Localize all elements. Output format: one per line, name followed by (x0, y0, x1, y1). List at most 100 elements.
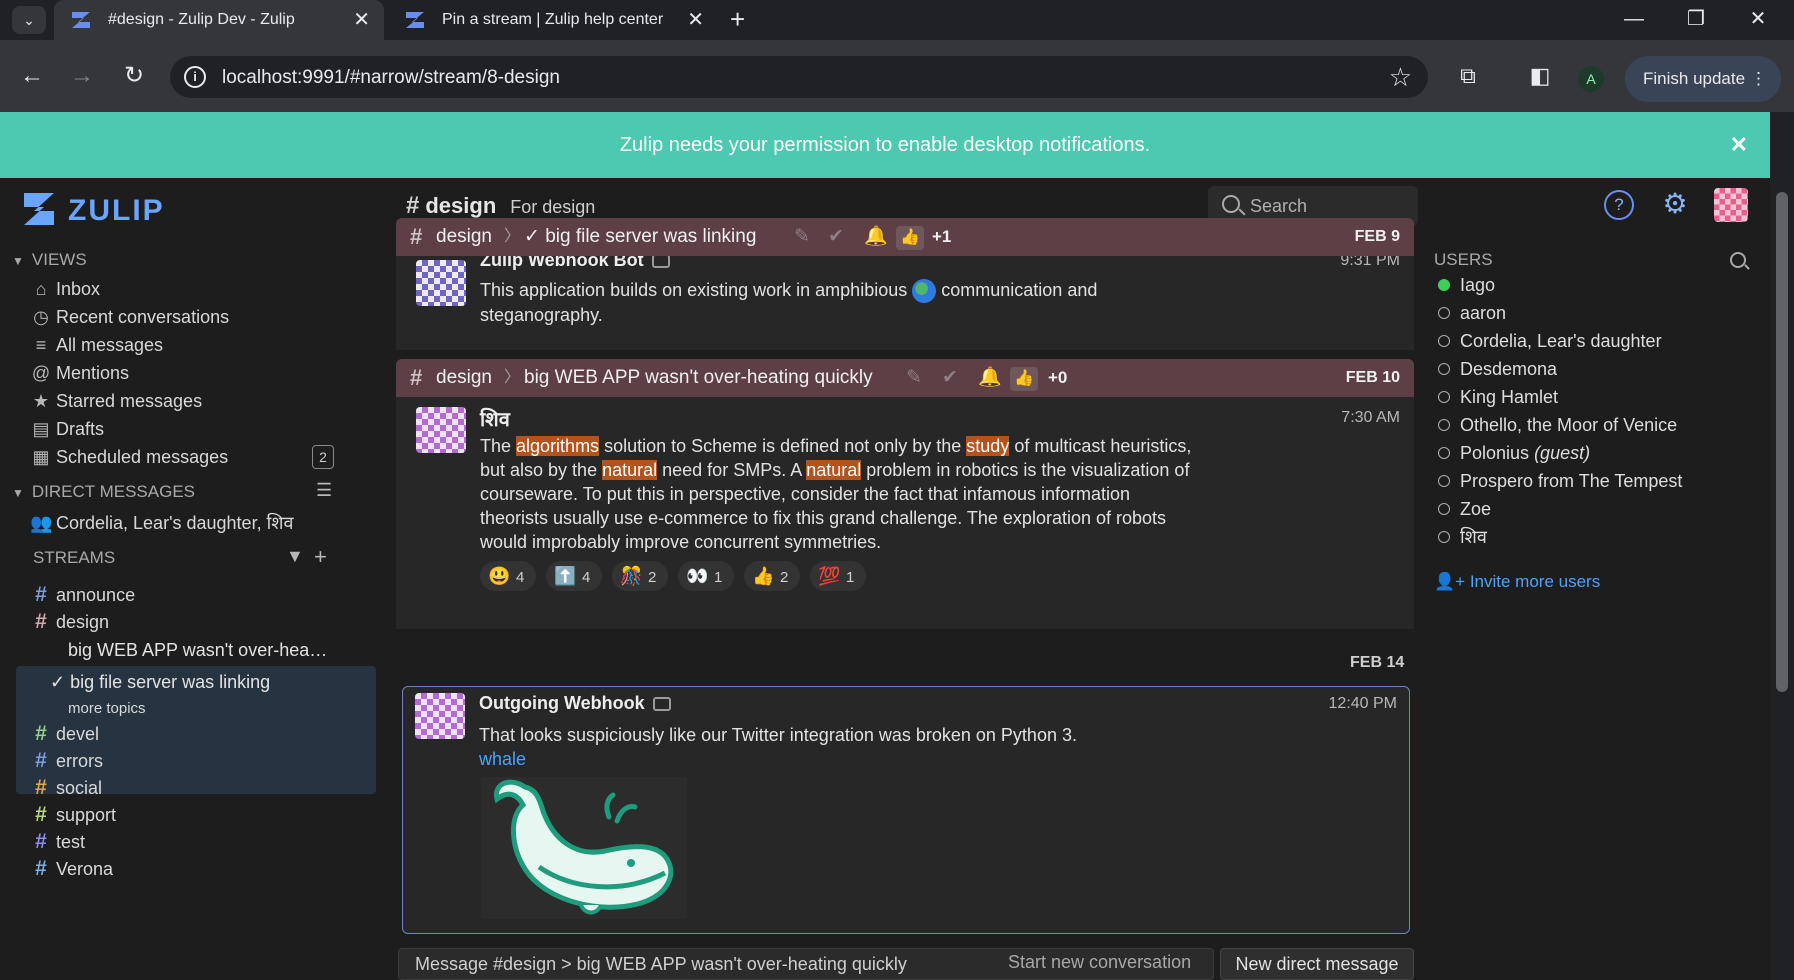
recipient-bar[interactable]: # design 〉 big WEB APP wasn't over-heati… (396, 359, 1414, 397)
avatar[interactable] (416, 260, 466, 306)
help-icon[interactable]: ? (1604, 190, 1634, 220)
reaction-hundred[interactable]: 💯 1 (810, 561, 866, 591)
tab-zulip-design[interactable]: #design - Zulip Dev - Zulip ✕ (54, 0, 384, 40)
forward-arrow-icon[interactable]: → (64, 58, 100, 94)
bell-icon[interactable]: 🔔 (978, 359, 1002, 397)
edit-topic-icon[interactable]: ✎ (794, 218, 810, 256)
restore-button[interactable]: ❐ (1666, 0, 1726, 40)
topic-item-file-server[interactable]: ✓ big file server was linking (50, 668, 270, 696)
gear-icon[interactable]: ⚙ (1660, 190, 1690, 220)
caret-down-icon[interactable]: ▼ (12, 254, 24, 268)
user-list-item[interactable]: aaron (1438, 299, 1506, 327)
stream-item-verona[interactable]: # Verona (30, 855, 113, 883)
user-list-item[interactable]: Iago (1438, 271, 1495, 299)
message-sender[interactable]: Outgoing Webhook (479, 693, 671, 714)
reaction-count[interactable]: +1 (932, 218, 951, 256)
reaction-smiley[interactable]: 😃 4 (480, 561, 536, 591)
caret-down-icon[interactable]: ▼ (12, 486, 24, 500)
more-options-icon[interactable]: ⋮ (1750, 56, 1767, 102)
add-stream-icon[interactable]: + (314, 544, 327, 570)
stream-name[interactable]: design (425, 193, 496, 218)
recipient-topic[interactable]: big WEB APP wasn't over-heating quickly (524, 359, 873, 397)
avatar[interactable] (416, 407, 466, 453)
banner-text[interactable]: Zulip needs your permission to enable de… (620, 134, 1150, 156)
views-heading[interactable]: ▼ VIEWS (12, 250, 87, 270)
streams-heading[interactable]: STREAMS (33, 548, 115, 568)
resolve-check-icon[interactable]: ✔ (942, 359, 958, 397)
stream-item-devel[interactable]: # devel (30, 720, 99, 748)
message-time[interactable]: 7:30 AM (1341, 409, 1400, 427)
tab-close-icon[interactable]: ✕ (353, 0, 370, 40)
start-new-conversation-button[interactable]: Start new conversation (1008, 952, 1191, 973)
reload-icon[interactable]: ↻ (116, 58, 152, 94)
search-icon[interactable] (1730, 252, 1746, 268)
reaction-up-arrow[interactable]: ⬆️ 4 (546, 561, 602, 591)
tab-help-center[interactable]: Pin a stream | Zulip help center ✕ (388, 0, 718, 40)
bookmark-star-icon[interactable]: ☆ (1389, 62, 1412, 93)
sidebar-item-mentions[interactable]: @ Mentions (30, 359, 129, 387)
user-list-item[interactable]: Othello, the Moor of Venice (1438, 411, 1677, 439)
more-topics-link[interactable]: more topics (68, 700, 146, 717)
sidebar-item-all-messages[interactable]: ≡ All messages (30, 331, 163, 359)
user-list-item[interactable]: Polonius (guest) (1438, 439, 1590, 467)
whale-link[interactable]: whale (479, 749, 526, 769)
side-panel-icon[interactable]: ◧ (1524, 60, 1556, 92)
selected-message[interactable]: Outgoing Webhook 12:40 PM That looks sus… (402, 686, 1410, 934)
sender-name[interactable]: Outgoing Webhook (479, 693, 645, 713)
stream-item-test[interactable]: # test (30, 828, 85, 856)
reaction-eyes[interactable]: 👀 1 (678, 561, 734, 591)
direct-messages-heading[interactable]: ▼ DIRECT MESSAGES (12, 482, 195, 502)
recipient-stream[interactable]: design (436, 359, 492, 397)
finish-update-button[interactable]: Finish update ⋮ (1625, 56, 1781, 102)
sidebar-item-scheduled[interactable]: ▦ Scheduled messages (30, 443, 228, 471)
page-scrollbar[interactable] (1770, 112, 1794, 980)
banner-close-icon[interactable]: ✕ (1730, 112, 1748, 178)
minimize-button[interactable]: — (1604, 0, 1664, 40)
stream-filter-icon[interactable]: ▼ (286, 546, 304, 567)
user-list-item[interactable]: Desdemona (1438, 355, 1557, 383)
avatar[interactable] (415, 693, 465, 739)
stream-item-announce[interactable]: # announce (30, 581, 135, 609)
thumbs-up-icon[interactable]: 👍 (1010, 367, 1038, 391)
thumbs-up-icon[interactable]: 👍 (896, 226, 924, 250)
sidebar-item-recent[interactable]: ◷ Recent conversations (30, 303, 229, 331)
sidebar-item-drafts[interactable]: ▤ Drafts (30, 415, 104, 443)
recipient-bar[interactable]: # design 〉 ✓ big file server was linking… (396, 218, 1414, 256)
bell-icon[interactable]: 🔔 (864, 218, 888, 256)
message-time[interactable]: 12:40 PM (1329, 695, 1397, 713)
tab-close-icon[interactable]: ✕ (687, 0, 704, 40)
resolve-check-icon[interactable]: ✔ (828, 218, 844, 256)
user-list-item[interactable]: Zoe (1438, 495, 1491, 523)
stream-item-design[interactable]: # design (30, 608, 109, 636)
new-tab-button[interactable]: + (730, 0, 745, 40)
search-input[interactable] (1250, 194, 1410, 218)
invite-more-users-link[interactable]: 👤+ Invite more users (1434, 572, 1600, 592)
new-direct-message-button[interactable]: New direct message (1220, 948, 1414, 980)
back-arrow-icon[interactable]: ← (14, 58, 50, 94)
message-sender[interactable]: शिव (480, 405, 510, 432)
user-list-item[interactable]: शिव (1438, 523, 1487, 551)
scrollbar-thumb[interactable] (1776, 192, 1788, 692)
notification-permission-banner[interactable]: Zulip needs your permission to enable de… (0, 112, 1770, 178)
sidebar-item-inbox[interactable]: ⌂ Inbox (30, 275, 100, 303)
topic-item-web-app[interactable]: big WEB APP wasn't over-hea… (68, 636, 327, 664)
dm-item-cordelia-shiva[interactable]: 👥 Cordelia, Lear's daughter, शिव (30, 509, 293, 537)
user-list-item[interactable]: Prospero from The Tempest (1438, 467, 1682, 495)
address-bar[interactable]: i localhost:9991/#narrow/stream/8-design… (170, 56, 1428, 98)
avatar[interactable] (1714, 188, 1748, 222)
reaction-confetti[interactable]: 🎊 2 (612, 561, 668, 591)
stream-item-support[interactable]: # support (30, 801, 116, 829)
user-list-item[interactable]: Cordelia, Lear's daughter (1438, 327, 1662, 355)
tab-search-button[interactable]: ⌄ (12, 6, 46, 34)
window-close-button[interactable]: ✕ (1728, 0, 1788, 40)
sidebar-item-starred[interactable]: ★ Starred messages (30, 387, 202, 415)
reaction-count[interactable]: +0 (1048, 359, 1067, 397)
extensions-icon[interactable]: ⧉ (1452, 60, 1484, 92)
user-list-item[interactable]: King Hamlet (1438, 383, 1558, 411)
stream-item-social[interactable]: # social (30, 774, 102, 802)
dm-list-icon[interactable]: ☰ (316, 480, 332, 501)
edit-topic-icon[interactable]: ✎ (906, 359, 922, 397)
recipient-topic[interactable]: ✓ big file server was linking (524, 218, 756, 256)
recipient-stream[interactable]: design (436, 218, 492, 256)
site-info-icon[interactable]: i (184, 66, 206, 88)
